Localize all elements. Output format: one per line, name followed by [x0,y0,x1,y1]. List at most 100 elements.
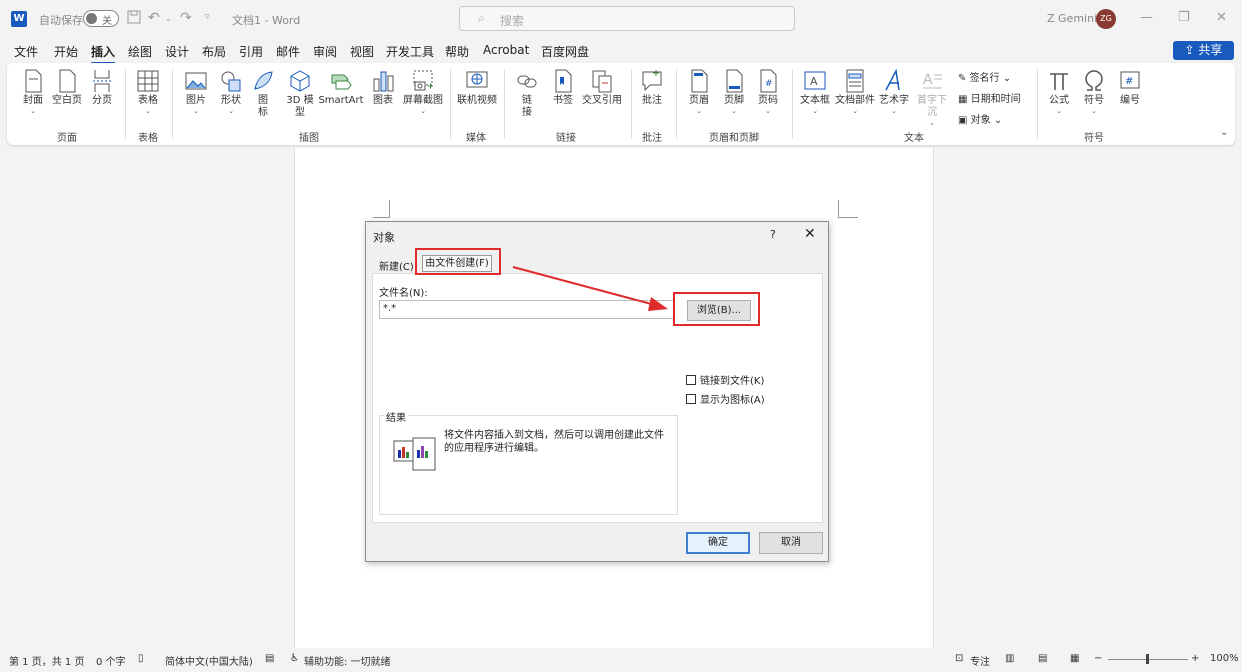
proofing-icon[interactable]: ▯ [138,653,144,664]
redo-icon[interactable]: ↷ [180,10,192,26]
web-layout-icon[interactable]: ▦ [1070,653,1079,664]
focus-mode[interactable]: 专注 [970,653,990,668]
object-button[interactable]: ▣ 对象 ⌄ [958,111,1002,126]
accessibility-status[interactable]: 辅助功能: 一切就绪 [304,653,391,668]
screenshot-label: 屏幕截图 [403,95,443,106]
svg-text:#: # [765,79,773,89]
tab-file[interactable]: 文件 [14,43,38,60]
tab-baidu-netdisk[interactable]: 百度网盘 [541,43,589,60]
icons-button[interactable]: 图 标 [250,69,276,119]
bookmark-button[interactable]: 书签 [549,69,577,107]
tab-references[interactable]: 引用 [239,43,263,60]
undo-dropdown-icon[interactable]: ⌄ [165,14,172,23]
number-button[interactable]: # 编号 [1115,69,1145,107]
page-number-button[interactable]: # 页码 ⌄ [753,69,783,116]
result-groupbox: 将文件内容插入到文档，然后可以调用创建此文件的应用程序进行编辑。 [379,415,678,515]
tab-layout[interactable]: 布局 [202,43,226,60]
tab-new[interactable]: 新建(C) [379,258,414,273]
tab-acrobat[interactable]: Acrobat [483,43,529,57]
textbox-button[interactable]: A 文本框 ⌄ [798,69,832,116]
zoom-out-icon[interactable]: − [1094,653,1102,664]
customize-icon[interactable]: ▿ [205,12,210,22]
equation-button[interactable]: 公式 ⌄ [1044,69,1074,116]
word-count[interactable]: 0 个字 [96,653,126,668]
symbol-button[interactable]: 符号 ⌄ [1079,69,1109,116]
cancel-button[interactable]: 取消 [759,532,823,554]
wordart-button[interactable]: 艺术字 ⌄ [877,69,911,116]
autosave-toggle[interactable]: 关 [83,10,119,27]
ribbon-divider [792,69,793,139]
blank-page-icon [59,69,76,93]
tab-view[interactable]: 视图 [350,43,374,60]
smartart-button[interactable]: SmartArt [318,69,364,107]
tab-design[interactable]: 设计 [165,43,189,60]
icons-label-2: 标 [258,107,268,118]
restore-icon[interactable]: ❐ [1178,10,1190,25]
tab-home[interactable]: 开始 [54,43,78,60]
close-icon[interactable]: ✕ [804,226,816,242]
read-mode-icon[interactable]: ▥ [1005,653,1014,664]
cross-reference-button[interactable]: 交叉引用 [581,69,623,107]
date-time-button[interactable]: ▦ 日期和时间 [958,90,1021,105]
close-icon[interactable]: ✕ [1216,10,1227,25]
picture-button[interactable]: 图片 ⌄ [181,69,211,116]
link-icon [517,75,537,88]
filename-field[interactable]: *.* [379,300,675,319]
text-predictions-icon[interactable]: ▤ [265,653,274,664]
tab-mailings[interactable]: 邮件 [276,43,300,60]
wordart-label: 艺术字 [879,95,909,106]
cover-button[interactable]: 封面 ⌄ [17,69,49,116]
quick-parts-label: 文档部件 [835,95,875,106]
chart-button[interactable]: 图表 [368,69,398,107]
display-as-icon-checkbox[interactable]: 显示为图标(A) [686,391,765,406]
chevron-down-icon: ⌄ [1091,107,1097,115]
shapes-button[interactable]: 形状 ⌄ [216,69,246,116]
tab-help[interactable]: 帮助 [445,43,469,60]
chevron-down-icon: ⌄ [929,119,935,127]
table-button[interactable]: 表格 ⌄ [133,69,163,116]
link-button[interactable]: 链 接 [513,69,541,119]
save-icon[interactable] [127,10,141,28]
blank-page-button[interactable]: 空白页 [50,69,84,107]
zoom-in-icon[interactable]: + [1191,653,1199,664]
highlight-box-tab [415,248,501,275]
chevron-down-icon: ⌄ [990,115,1003,126]
page-break-button[interactable]: 分页 [87,69,117,107]
zoom-slider-thumb[interactable] [1146,654,1149,664]
language[interactable]: 简体中文(中国大陆) [165,653,253,668]
drop-cap-button[interactable]: A 首字下沉 ⌄ [913,69,951,128]
minimize-icon[interactable]: — [1140,10,1153,25]
symbol-label: 符号 [1084,95,1104,106]
autosave-label: 自动保存 [39,14,83,27]
3d-models-label-1: 3D 模 [286,95,314,106]
quick-parts-button[interactable]: 文档部件 ⌄ [834,69,876,116]
link-to-file-checkbox[interactable]: 链接到文件(K) [686,372,764,387]
online-video-button[interactable]: 联机视频 [456,69,498,107]
tab-review[interactable]: 审阅 [313,43,337,60]
tab-draw[interactable]: 绘图 [128,43,152,60]
share-button[interactable]: ⇪ 共享 [1173,41,1234,60]
undo-icon[interactable]: ↶ [148,10,160,26]
tab-developer[interactable]: 开发工具 [386,43,434,60]
comment-button[interactable]: 批注 [637,69,667,107]
cross-reference-label: 交叉引用 [582,95,622,106]
signature-line-button[interactable]: ✎ 签名行 ⌄ [958,69,1011,84]
print-layout-icon[interactable]: ▤ [1038,653,1047,664]
zoom-level[interactable]: 100% [1210,653,1239,664]
page-count[interactable]: 第 1 页，共 1 页 [9,653,84,668]
user-name[interactable]: Z Gemini [1047,12,1097,25]
header-button[interactable]: 页眉 ⌄ [684,69,714,116]
footer-button[interactable]: 页脚 ⌄ [719,69,749,116]
avatar[interactable]: ZG [1096,9,1116,29]
search-box[interactable]: ⌕ 搜索 [459,6,795,31]
help-icon[interactable]: ? [770,228,776,241]
ok-button[interactable]: 确定 [686,532,750,554]
comment-icon [642,70,662,92]
margin-corner-mark [389,200,390,218]
shapes-icon [221,71,241,92]
table-label: 表格 [138,95,158,106]
screenshot-button[interactable]: 屏幕截图 ⌄ [400,69,446,116]
collapse-ribbon-icon[interactable]: ⌄ [1220,127,1228,138]
tab-insert[interactable]: 插入 [91,43,116,65]
3d-models-button[interactable]: 3D 模 型 [282,69,318,119]
